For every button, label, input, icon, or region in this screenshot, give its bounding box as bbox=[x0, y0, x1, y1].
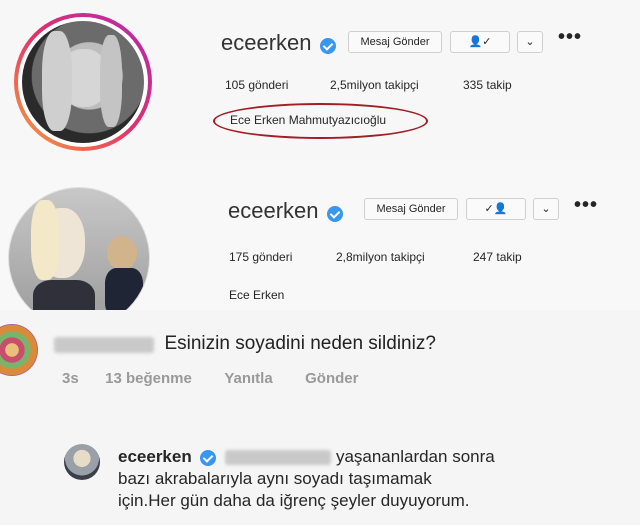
blurred-username[interactable] bbox=[54, 336, 154, 353]
following-count[interactable]: 247 takip bbox=[473, 250, 522, 264]
comment-meta: 3s 13 beğenme Yanıtla Gönder bbox=[62, 370, 358, 388]
username[interactable]: eceerken bbox=[228, 198, 319, 223]
full-name: Ece Erken Mahmutyazıcıoğlu bbox=[230, 113, 387, 127]
posts-count: 105 gönderi bbox=[225, 78, 289, 92]
full-name: Ece Erken bbox=[229, 288, 285, 302]
verified-badge-icon bbox=[319, 37, 336, 54]
message-button[interactable]: Mesaj Gönder bbox=[364, 198, 458, 220]
reply-avatar[interactable] bbox=[64, 444, 100, 480]
following-count[interactable]: 335 takip bbox=[463, 78, 512, 92]
verified-badge-icon bbox=[326, 205, 343, 222]
chevron-down-button[interactable]: ⌄ bbox=[533, 198, 559, 220]
comment-time: 3s bbox=[62, 370, 79, 387]
following-button[interactable]: 👤✓ bbox=[450, 31, 510, 53]
username-row: eceerken bbox=[228, 198, 343, 224]
person-check-icon: ✓👤 bbox=[484, 203, 508, 215]
chevron-down-icon: ⌄ bbox=[541, 203, 551, 215]
reply-link[interactable]: Yanıtla bbox=[224, 370, 272, 387]
followers-count[interactable]: 2,5milyon takipçi bbox=[330, 78, 419, 92]
send-link[interactable]: Gönder bbox=[305, 370, 358, 387]
avatar[interactable] bbox=[8, 187, 150, 329]
reply-text-3: için.Her gün daha da iğrenç şeyler duyuy… bbox=[118, 491, 470, 510]
verified-badge-icon bbox=[200, 449, 217, 466]
message-button[interactable]: Mesaj Gönder bbox=[348, 31, 442, 53]
posts-count: 175 gönderi bbox=[229, 250, 293, 264]
reply-text-2: bazı akrabalarıyla aynı soyadı taşımamak bbox=[118, 469, 432, 488]
profile-header-2: eceerken Mesaj Gönder ✓👤 ⌄ ••• 175 gönde… bbox=[0, 160, 640, 329]
comment-text: Esinizin soyadini neden sildiniz? bbox=[164, 333, 436, 354]
reply-username[interactable]: eceerken bbox=[118, 447, 192, 466]
more-options-icon[interactable]: ••• bbox=[574, 194, 598, 217]
username[interactable]: eceerken bbox=[221, 30, 312, 55]
reply-text-1: yaşananlardan sonra bbox=[335, 447, 495, 466]
username-row: eceerken bbox=[221, 30, 336, 56]
blurred-mention[interactable] bbox=[225, 450, 332, 466]
comment-row: Esinizin soyadini neden sildiniz? bbox=[54, 333, 436, 355]
followers-count[interactable]: 2,8milyon takipçi bbox=[336, 250, 425, 264]
avatar[interactable] bbox=[22, 21, 144, 143]
following-button[interactable]: ✓👤 bbox=[466, 198, 526, 220]
reply-comment: eceerken yaşananlardan sonra bazı akraba… bbox=[118, 446, 628, 512]
chevron-down-button[interactable]: ⌄ bbox=[517, 31, 543, 53]
more-options-icon[interactable]: ••• bbox=[558, 26, 582, 49]
profile-header-1: eceerken Mesaj Gönder 👤✓ ⌄ ••• 105 gönde… bbox=[0, 0, 640, 160]
comment-likes[interactable]: 13 beğenme bbox=[105, 370, 192, 387]
chevron-down-icon: ⌄ bbox=[525, 36, 535, 48]
person-check-icon: 👤✓ bbox=[468, 36, 492, 48]
